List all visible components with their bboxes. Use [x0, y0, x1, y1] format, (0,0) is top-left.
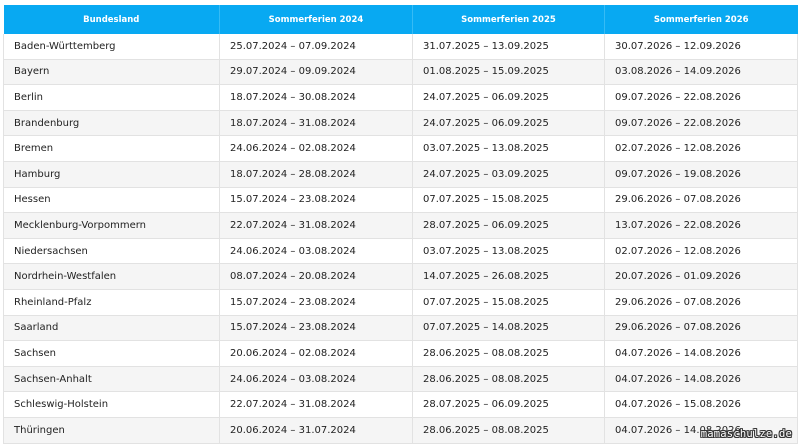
cell-bundesland: Baden-Württemberg — [3, 34, 220, 60]
cell-bundesland: Schleswig-Holstein — [3, 391, 220, 418]
cell-bundesland: Hamburg — [3, 161, 220, 188]
watermark: mamaschulze.de — [700, 428, 792, 440]
table-row: Bayern 29.07.2024 – 09.09.2024 01.08.202… — [3, 59, 798, 86]
cell-2025: 28.07.2025 – 06.09.2025 — [412, 212, 605, 239]
cell-2026: 03.08.2026 – 14.09.2026 — [604, 59, 798, 86]
cell-2025: 03.07.2025 – 13.08.2025 — [412, 238, 605, 265]
cell-2026: 04.07.2026 – 15.08.2026 — [604, 391, 798, 418]
cell-2025: 07.07.2025 – 15.08.2025 — [412, 289, 605, 316]
cell-2024: 20.06.2024 – 31.07.2024 — [219, 417, 413, 444]
cell-2025: 24.07.2025 – 03.09.2025 — [412, 161, 605, 188]
cell-2024: 24.06.2024 – 02.08.2024 — [219, 135, 413, 162]
table-row: Niedersachsen 24.06.2024 – 03.08.2024 03… — [3, 238, 798, 265]
cell-2024: 15.07.2024 – 23.08.2024 — [219, 315, 413, 342]
cell-2025: 28.06.2025 – 08.08.2025 — [412, 340, 605, 367]
column-header-2024: Sommerferien 2024 — [219, 5, 413, 34]
cell-2026: 09.07.2026 – 22.08.2026 — [604, 110, 798, 137]
cell-bundesland: Nordrhein-Westfalen — [3, 263, 220, 290]
cell-bundesland: Bayern — [3, 59, 220, 86]
cell-bundesland: Brandenburg — [3, 110, 220, 137]
table-row: Schleswig-Holstein 22.07.2024 – 31.08.20… — [3, 391, 798, 418]
cell-bundesland: Niedersachsen — [3, 238, 220, 265]
cell-bundesland: Mecklenburg-Vorpommern — [3, 212, 220, 239]
table-row: Sachsen-Anhalt 24.06.2024 – 03.08.2024 2… — [3, 366, 798, 393]
table-row: Nordrhein-Westfalen 08.07.2024 – 20.08.2… — [3, 263, 798, 290]
table-row: Rheinland-Pfalz 15.07.2024 – 23.08.2024 … — [3, 289, 798, 316]
cell-2025: 14.07.2025 – 26.08.2025 — [412, 263, 605, 290]
cell-2026: 02.07.2026 – 12.08.2026 — [604, 238, 798, 265]
cell-2026: 13.07.2026 – 22.08.2026 — [604, 212, 798, 239]
table-row: Brandenburg 18.07.2024 – 31.08.2024 24.0… — [3, 110, 798, 137]
column-header-2025: Sommerferien 2025 — [412, 5, 605, 34]
cell-2025: 03.07.2025 – 13.08.2025 — [412, 135, 605, 162]
cell-2025: 24.07.2025 – 06.09.2025 — [412, 110, 605, 137]
cell-2026: 29.06.2026 – 07.08.2026 — [604, 315, 798, 342]
cell-2024: 08.07.2024 – 20.08.2024 — [219, 263, 413, 290]
cell-2026: 04.07.2026 – 14.08.2026 — [604, 366, 798, 393]
cell-2026: 02.07.2026 – 12.08.2026 — [604, 135, 798, 162]
cell-bundesland: Thüringen — [3, 417, 220, 444]
cell-2026: 29.06.2026 – 07.08.2026 — [604, 289, 798, 316]
cell-2024: 24.06.2024 – 03.08.2024 — [219, 238, 413, 265]
cell-bundesland: Hessen — [3, 187, 220, 214]
summer-holidays-table: Bundesland Sommerferien 2024 Sommerferie… — [3, 5, 798, 444]
cell-2026: 09.07.2026 – 22.08.2026 — [604, 84, 798, 111]
cell-2024: 29.07.2024 – 09.09.2024 — [219, 59, 413, 86]
cell-bundesland: Rheinland-Pfalz — [3, 289, 220, 316]
cell-2025: 28.06.2025 – 08.08.2025 — [412, 366, 605, 393]
table-row: Hessen 15.07.2024 – 23.08.2024 07.07.202… — [3, 187, 798, 214]
cell-2024: 25.07.2024 – 07.09.2024 — [219, 34, 413, 60]
cell-2026: 04.07.2026 – 14.08.2026 — [604, 340, 798, 367]
table-row: Baden-Württemberg 25.07.2024 – 07.09.202… — [3, 34, 798, 60]
cell-2026: 09.07.2026 – 19.08.2026 — [604, 161, 798, 188]
cell-2024: 22.07.2024 – 31.08.2024 — [219, 212, 413, 239]
cell-2025: 31.07.2025 – 13.09.2025 — [412, 34, 605, 60]
cell-2025: 24.07.2025 – 06.09.2025 — [412, 84, 605, 111]
cell-2024: 18.07.2024 – 30.08.2024 — [219, 84, 413, 111]
cell-2024: 24.06.2024 – 03.08.2024 — [219, 366, 413, 393]
column-header-bundesland: Bundesland — [3, 5, 220, 34]
cell-2025: 07.07.2025 – 14.08.2025 — [412, 315, 605, 342]
cell-bundesland: Sachsen-Anhalt — [3, 366, 220, 393]
table-row: Hamburg 18.07.2024 – 28.08.2024 24.07.20… — [3, 161, 798, 188]
cell-2026: 29.06.2026 – 07.08.2026 — [604, 187, 798, 214]
cell-2024: 15.07.2024 – 23.08.2024 — [219, 289, 413, 316]
table-row: Thüringen 20.06.2024 – 31.07.2024 28.06.… — [3, 417, 798, 444]
page: Bundesland Sommerferien 2024 Sommerferie… — [0, 0, 800, 448]
table-row: Berlin 18.07.2024 – 30.08.2024 24.07.202… — [3, 84, 798, 111]
cell-2024: 20.06.2024 – 02.08.2024 — [219, 340, 413, 367]
table-row: Mecklenburg-Vorpommern 22.07.2024 – 31.0… — [3, 212, 798, 239]
cell-2025: 28.07.2025 – 06.09.2025 — [412, 391, 605, 418]
cell-bundesland: Berlin — [3, 84, 220, 111]
table-header-row: Bundesland Sommerferien 2024 Sommerferie… — [3, 5, 798, 34]
cell-bundesland: Sachsen — [3, 340, 220, 367]
cell-2024: 18.07.2024 – 28.08.2024 — [219, 161, 413, 188]
table-row: Bremen 24.06.2024 – 02.08.2024 03.07.202… — [3, 135, 798, 162]
cell-2025: 07.07.2025 – 15.08.2025 — [412, 187, 605, 214]
table-row: Sachsen 20.06.2024 – 02.08.2024 28.06.20… — [3, 340, 798, 367]
cell-2025: 01.08.2025 – 15.09.2025 — [412, 59, 605, 86]
cell-2024: 22.07.2024 – 31.08.2024 — [219, 391, 413, 418]
table-row: Saarland 15.07.2024 – 23.08.2024 07.07.2… — [3, 315, 798, 342]
cell-bundesland: Saarland — [3, 315, 220, 342]
column-header-2026: Sommerferien 2026 — [604, 5, 798, 34]
cell-2026: 30.07.2026 – 12.09.2026 — [604, 34, 798, 60]
cell-2024: 18.07.2024 – 31.08.2024 — [219, 110, 413, 137]
cell-bundesland: Bremen — [3, 135, 220, 162]
cell-2025: 28.06.2025 – 08.08.2025 — [412, 417, 605, 444]
cell-2026: 20.07.2026 – 01.09.2026 — [604, 263, 798, 290]
cell-2024: 15.07.2024 – 23.08.2024 — [219, 187, 413, 214]
